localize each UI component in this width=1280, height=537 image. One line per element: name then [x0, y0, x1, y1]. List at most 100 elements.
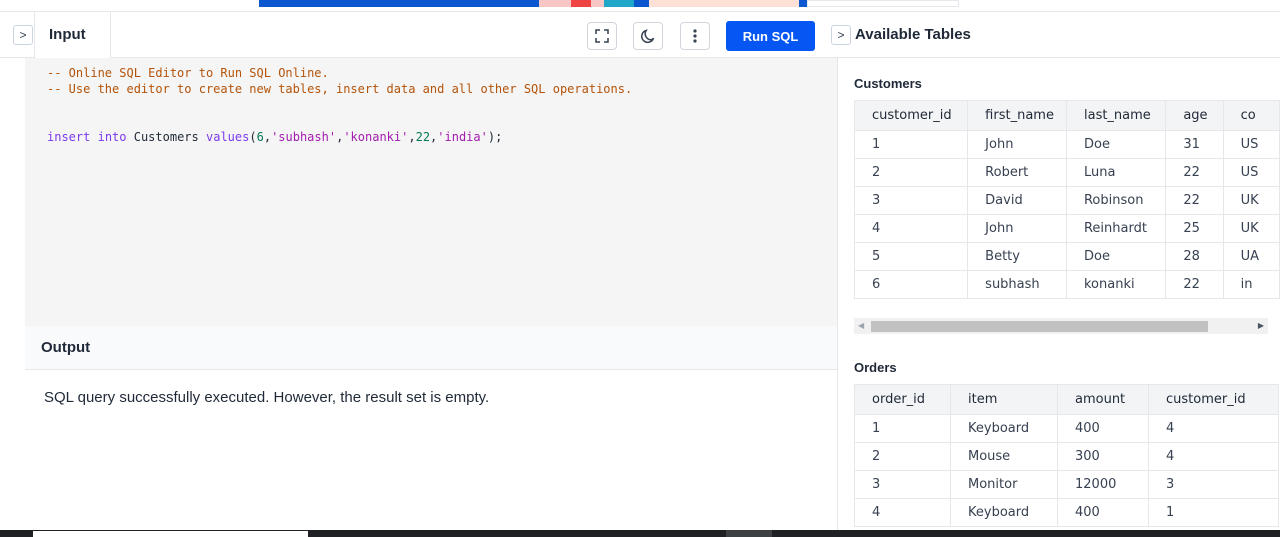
tables-title: Available Tables — [855, 26, 971, 43]
column-header: age — [1165, 100, 1224, 131]
table-cell: UK — [1222, 186, 1280, 215]
table-cell: John — [967, 130, 1067, 159]
column-header: customer_id — [853, 100, 969, 131]
table-cell: UA — [1222, 242, 1280, 271]
table-cell: Doe — [1065, 242, 1167, 271]
table-cell: Luna — [1065, 158, 1167, 187]
code-line: -- Online SQL Editor to Run SQL Online. — [47, 66, 329, 80]
customers-table-name: Customers — [854, 76, 922, 91]
column-header: order_id — [854, 384, 951, 415]
ad-banner[interactable] — [259, 0, 959, 7]
collapse-right-button[interactable]: > — [831, 25, 851, 45]
taskbar-tab[interactable] — [33, 531, 308, 537]
table-row: 6 subhash konanki 22 in — [853, 270, 1280, 299]
code-line: insert into Customers values(6,'subhash'… — [47, 130, 503, 144]
tab-input[interactable]: Input — [34, 12, 111, 59]
table-row: 4 John Reinhardt 25 UK — [853, 214, 1280, 243]
table-cell: 22 — [1165, 186, 1224, 215]
table-cell: US — [1222, 158, 1280, 187]
table-cell: Reinhardt — [1065, 214, 1167, 243]
output-message: SQL query successfully executed. However… — [44, 389, 490, 406]
table-cell: 6 — [853, 270, 969, 299]
table-cell: in — [1222, 270, 1280, 299]
table-cell: 31 — [1165, 130, 1224, 159]
tables-header: Available Tables — [838, 12, 1280, 58]
table-row: 2 Robert Luna 22 US — [853, 158, 1280, 187]
scroll-left-icon[interactable]: ◀ — [858, 321, 864, 330]
table-cell: 2 — [854, 442, 951, 471]
more-options-button[interactable] — [680, 22, 710, 50]
customers-table: customer_id first_name last_name age co 1 Joh… — [853, 100, 1280, 299]
table-header-row: customer_id first_name last_name age co — [853, 100, 1280, 131]
scrollbar-thumb[interactable] — [871, 321, 1208, 332]
table-header-row: order_id item amount customer_id — [854, 384, 1279, 415]
table-cell: subhash — [967, 270, 1067, 299]
table-cell: 4 — [853, 214, 969, 243]
tab-input-label: Input — [49, 26, 86, 43]
table-row: 1 John Doe 31 US — [853, 130, 1280, 159]
table-cell: 1 — [853, 130, 969, 159]
run-sql-button[interactable]: Run SQL — [726, 21, 815, 51]
table-cell: Keyboard — [950, 498, 1058, 527]
output-result: SQL query successfully executed. However… — [25, 370, 837, 530]
table-row: 3 David Robinson 22 UK — [853, 186, 1280, 215]
table-cell: 3 — [854, 470, 951, 499]
output-title: Output — [41, 339, 91, 356]
ad-graphic — [807, 0, 959, 7]
table-cell: 1 — [1148, 498, 1279, 527]
taskbar-item[interactable] — [726, 530, 772, 537]
table-cell: 4 — [1148, 414, 1279, 443]
table-row: 5 Betty Doe 28 UA — [853, 242, 1280, 271]
column-header: amount — [1057, 384, 1149, 415]
column-header: co — [1222, 100, 1280, 131]
table-cell: 3 — [853, 186, 969, 215]
chevron-right-icon: > — [837, 28, 845, 42]
table-cell: 1 — [854, 414, 951, 443]
table-cell: 22 — [1165, 270, 1224, 299]
app-root: > Input Run SQL -- Online SQL Editor to … — [0, 0, 1280, 537]
table-cell: 300 — [1057, 442, 1149, 471]
sql-code-editor[interactable]: -- Online SQL Editor to Run SQL Online. -… — [25, 58, 837, 326]
table-cell: Monitor — [950, 470, 1058, 499]
orders-table: order_id item amount customer_id 1 Keyboard 4… — [854, 384, 1279, 527]
table-cell: 25 — [1165, 214, 1224, 243]
customers-horizontal-scrollbar[interactable]: ◀ ▶ — [854, 318, 1268, 334]
table-row: 2 Mouse 300 4 — [854, 442, 1279, 471]
table-cell: David — [967, 186, 1067, 215]
scroll-right-icon[interactable]: ▶ — [1258, 321, 1264, 330]
table-cell: Robinson — [1065, 186, 1167, 215]
code-line: -- Use the editor to create new tables, … — [47, 82, 633, 96]
fullscreen-icon — [595, 29, 609, 43]
ad-graphic — [604, 0, 634, 7]
orders-table-name: Orders — [854, 360, 897, 375]
table-cell: 5 — [853, 242, 969, 271]
collapse-left-button[interactable]: > — [13, 25, 33, 45]
table-cell: 400 — [1057, 414, 1149, 443]
table-cell: Robert — [967, 158, 1067, 187]
top-banner — [0, 0, 1280, 12]
input-toolbar: > Input Run SQL — [0, 12, 838, 59]
chevron-right-icon: > — [19, 28, 27, 42]
table-cell: 4 — [1148, 442, 1279, 471]
tables-panel: Available Tables Customers customer_id fi… — [838, 12, 1280, 530]
table-cell: konanki — [1065, 270, 1167, 299]
table-row: 4 Keyboard 400 1 — [854, 498, 1279, 527]
dark-mode-button[interactable] — [633, 22, 663, 50]
table-cell: John — [967, 214, 1067, 243]
table-cell: US — [1222, 130, 1280, 159]
table-cell: 2 — [853, 158, 969, 187]
column-header: item — [950, 384, 1058, 415]
table-cell: 22 — [1165, 158, 1224, 187]
output-header: Output — [25, 326, 837, 370]
vertical-dots-icon — [693, 29, 697, 43]
table-cell: Doe — [1065, 130, 1167, 159]
column-header: last_name — [1065, 100, 1167, 131]
table-cell: 28 — [1165, 242, 1224, 271]
table-cell: 400 — [1057, 498, 1149, 527]
ad-graphic — [649, 0, 799, 7]
editor-panel: > Input Run SQL -- Online SQL Editor to … — [0, 12, 838, 530]
fullscreen-button[interactable] — [587, 22, 617, 50]
column-header: first_name — [967, 100, 1067, 131]
